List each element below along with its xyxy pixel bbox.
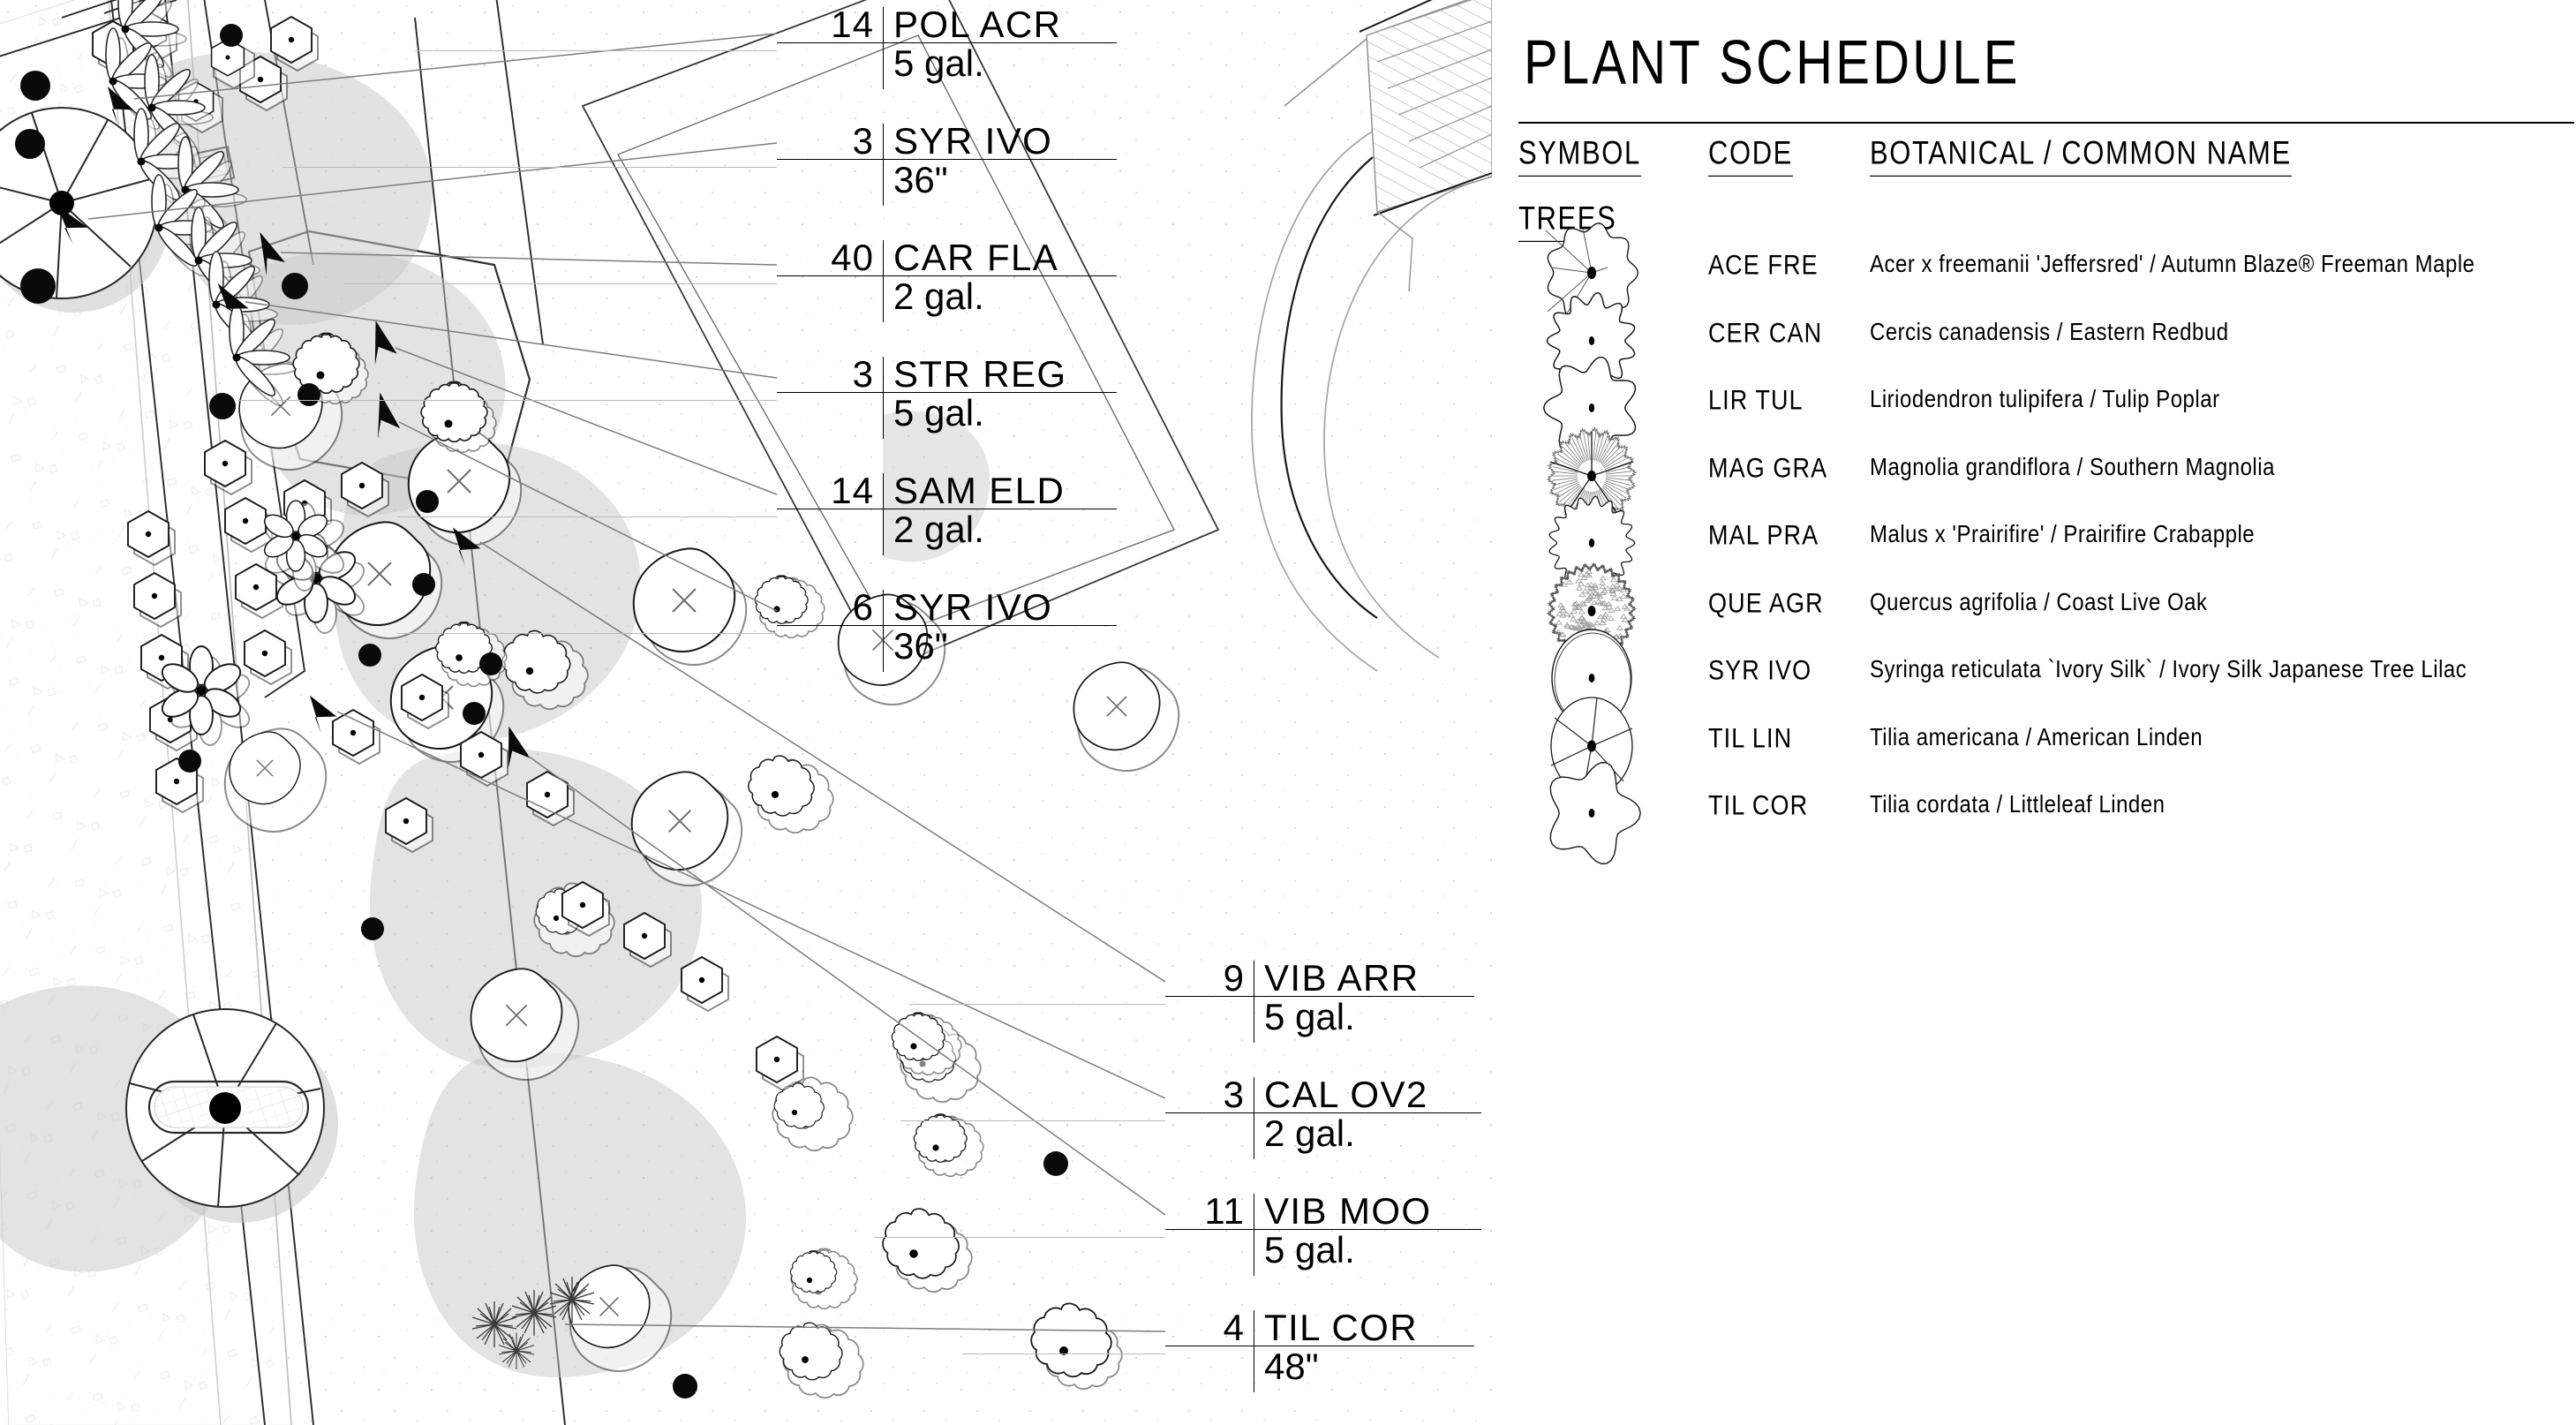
callout-quantity: 3 [1165,1077,1254,1112]
plant-botanical-common-name: Cercis canadensis / Eastern Redbud [1870,319,2229,347]
callout-leader-line [344,283,777,284]
callout-plant-code: VIB ARR [1254,961,1474,996]
callout-quantity: 9 [1165,961,1254,996]
callout-plant-size: 5 gal. [1254,1230,1481,1276]
plant-code: MAG GRA [1708,452,1827,485]
callout-plant-code: CAL OV2 [1254,1077,1481,1112]
callout-plant-size: 36" [883,160,1117,206]
plant-callout: 6 SYR IVO 36" [777,590,1117,672]
title-divider [1518,122,2574,124]
plant-callout: 3 CAL OV2 2 gal. [1165,1077,1481,1159]
plant-code: CER CAN [1708,317,1822,350]
callout-plant-size: 48" [1254,1346,1474,1392]
plant-botanical-common-name: Liriodendron tulipifera / Tulip Poplar [1870,386,2220,414]
callout-plant-code: VIB MOO [1254,1194,1481,1229]
callout-plant-code: POL ACR [883,7,1117,42]
plant-callout: 4 TIL COR 48" [1165,1310,1474,1392]
column-header-code: CODE [1708,134,1793,177]
callout-quantity: 14 [777,473,883,509]
callout-quantity: 11 [1165,1194,1254,1229]
plant-callout: 40 CAR FLA 2 gal. [777,240,1117,322]
column-header-botanical-common-name: BOTANICAL / COMMON NAME [1870,134,2292,177]
callout-leader-line [900,1120,1165,1121]
schedule-row: TIL COR Tilia cordata / Littleleaf Linden [1492,777,2576,844]
plant-code: QUE AGR [1708,587,1824,620]
callout-plant-size: 5 gal. [883,43,1117,89]
callout-quantity: 14 [777,7,883,42]
plant-code: TIL COR [1708,789,1808,822]
callout-plant-size: 5 gal. [883,393,1117,439]
callout-plant-size: 2 gal. [883,509,1117,555]
callout-plant-code: CAR FLA [883,240,1117,275]
callout-plant-size: 36" [883,626,1117,672]
plant-botanical-common-name: Magnolia grandiflora / Southern Magnolia [1870,454,2275,482]
callout-leader-line [415,50,777,51]
site-plan-drawing: 14 POL ACR 5 gal. 3 SYR IVO 36" 40 CAR FLA 2 gal… [0,0,1492,1425]
callout-quantity: 40 [777,240,883,275]
callout-quantity: 3 [777,124,883,159]
plant-code: ACE FRE [1708,249,1819,282]
plant-callout: 14 SAM ELD 2 gal. [777,473,1117,555]
callout-plant-size: 2 gal. [883,276,1117,322]
plant-callout: 11 VIB MOO 5 gal. [1165,1194,1481,1276]
plant-botanical-common-name: Syringa reticulata `Ivory Silk` / Ivory … [1870,656,2467,684]
page-title: PLANT SCHEDULE [1524,26,2021,99]
plant-callout: 14 POL ACR 5 gal. [777,7,1117,89]
callout-quantity: 3 [777,357,883,392]
callout-leader-line [397,516,777,517]
callout-plant-code: SAM ELD [883,473,1117,509]
plant-callout: 9 VIB ARR 5 gal. [1165,961,1474,1043]
callout-plant-code: STR REG [883,357,1117,392]
plant-symbol-icon [1525,747,1658,879]
callout-leader-line [282,167,777,168]
plant-code: TIL LIN [1708,722,1792,755]
callout-plant-code: SYR IVO [883,590,1117,625]
plant-botanical-common-name: Tilia cordata / Littleleaf Linden [1870,791,2165,819]
column-header-symbol: SYMBOL [1518,134,1641,177]
callout-leader-line [238,400,777,401]
callout-leader-line [962,1353,1165,1354]
plant-code: MAL PRA [1708,519,1819,552]
plant-code: LIR TUL [1708,384,1804,417]
plant-botanical-common-name: Quercus agrifolia / Coast Live Oak [1870,589,2208,617]
plant-botanical-common-name: Tilia americana / American Linden [1870,724,2203,752]
plant-botanical-common-name: Acer x freemanii 'Jeffersred' / Autumn B… [1870,251,2475,279]
plant-botanical-common-name: Malus x 'Prairifire' / Prairifire Crabap… [1870,521,2255,549]
plant-code: SYR IVO [1708,654,1811,687]
plant-schedule-panel: PLANT SCHEDULE SYMBOL CODE BOTANICAL / C… [1492,0,2576,1425]
callout-quantity: 4 [1165,1310,1254,1346]
callout-leader-line [397,633,777,634]
plant-callout: 3 SYR IVO 36" [777,124,1117,206]
callout-plant-size: 2 gal. [1254,1113,1481,1159]
callout-leader-line [909,1004,1165,1005]
callout-plant-code: TIL COR [1254,1310,1474,1346]
callout-plant-code: SYR IVO [883,124,1117,159]
callout-leader-line [874,1237,1165,1238]
plant-callout: 3 STR REG 5 gal. [777,357,1117,439]
callout-quantity: 6 [777,590,883,625]
callout-plant-size: 5 gal. [1254,997,1474,1043]
